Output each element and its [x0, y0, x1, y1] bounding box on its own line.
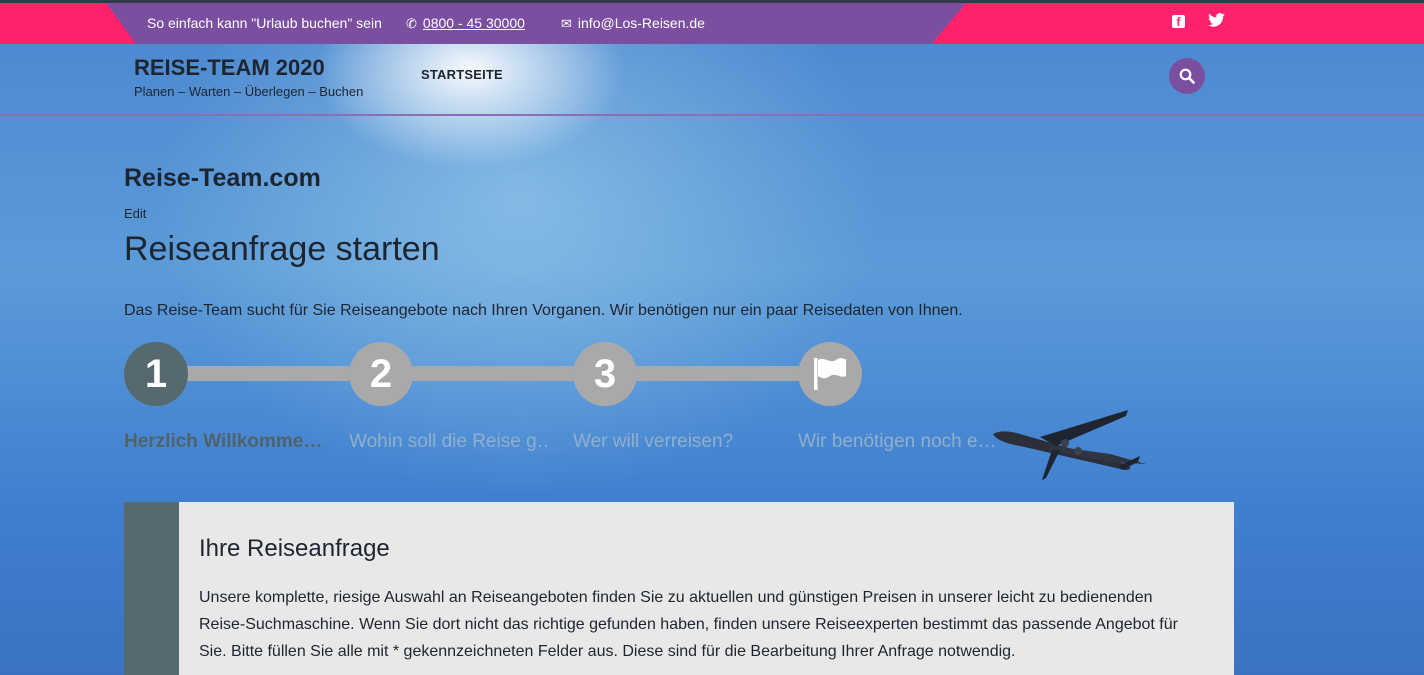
step-connector	[185, 366, 353, 381]
panel-title: Ihre Reiseanfrage	[199, 535, 390, 562]
request-panel: Ihre Reiseanfrage Unsere komplette, ries…	[124, 502, 1234, 675]
step-4-circle[interactable]	[798, 342, 862, 406]
site-tagline: Planen – Warten – Überlegen – Buchen	[134, 84, 364, 99]
panel-accent-bar	[124, 502, 179, 675]
step-connector	[410, 366, 578, 381]
search-button[interactable]	[1169, 58, 1205, 94]
envelope-icon: ✉	[561, 16, 572, 31]
site-header: REISE-TEAM 2020 Planen – Warten – Überle…	[0, 44, 1424, 116]
airplane-image	[993, 410, 1146, 480]
phone-link[interactable]: ✆ 0800 - 45 30000	[406, 15, 525, 32]
page-title: Reiseanfrage starten	[124, 230, 440, 268]
step-2-label[interactable]: Wohin soll die Reise g…	[349, 431, 549, 453]
flag-icon	[814, 358, 846, 390]
panel-text: Unsere komplette, riesige Auswahl an Rei…	[199, 589, 1178, 660]
email-address[interactable]: info@Los-Reisen.de	[578, 15, 705, 31]
top-bar: So einfach kann "Urlaub buchen" sein ✆ 08…	[0, 0, 1424, 44]
edit-link[interactable]: Edit	[124, 206, 146, 221]
step-connector	[634, 366, 802, 381]
site-title[interactable]: REISE-TEAM 2020	[134, 55, 325, 81]
slogan: So einfach kann "Urlaub buchen" sein	[147, 15, 382, 31]
step-1-label[interactable]: Herzlich Willkomme…	[124, 431, 324, 453]
twitter-icon[interactable]	[1208, 13, 1225, 31]
top-edge	[0, 0, 1424, 3]
nav-startseite[interactable]: STARTSEITE	[421, 67, 503, 82]
phone-number[interactable]: 0800 - 45 30000	[423, 15, 525, 31]
site-name: Reise-Team.com	[124, 164, 321, 192]
step-3-circle[interactable]: 3	[573, 342, 637, 406]
step-4-label[interactable]: Wir benötigen noch e…	[798, 431, 998, 453]
step-1-circle[interactable]: 1	[124, 342, 188, 406]
phone-icon: ✆	[406, 16, 417, 31]
search-icon	[1179, 68, 1195, 84]
email-link[interactable]: ✉ info@Los-Reisen.de	[561, 15, 705, 32]
step-3-label[interactable]: Wer will verreisen?	[573, 431, 773, 453]
intro-text: Das Reise-Team sucht für Sie Reiseangebo…	[124, 302, 963, 319]
facebook-icon[interactable]: f	[1172, 13, 1185, 30]
step-2-circle[interactable]: 2	[349, 342, 413, 406]
